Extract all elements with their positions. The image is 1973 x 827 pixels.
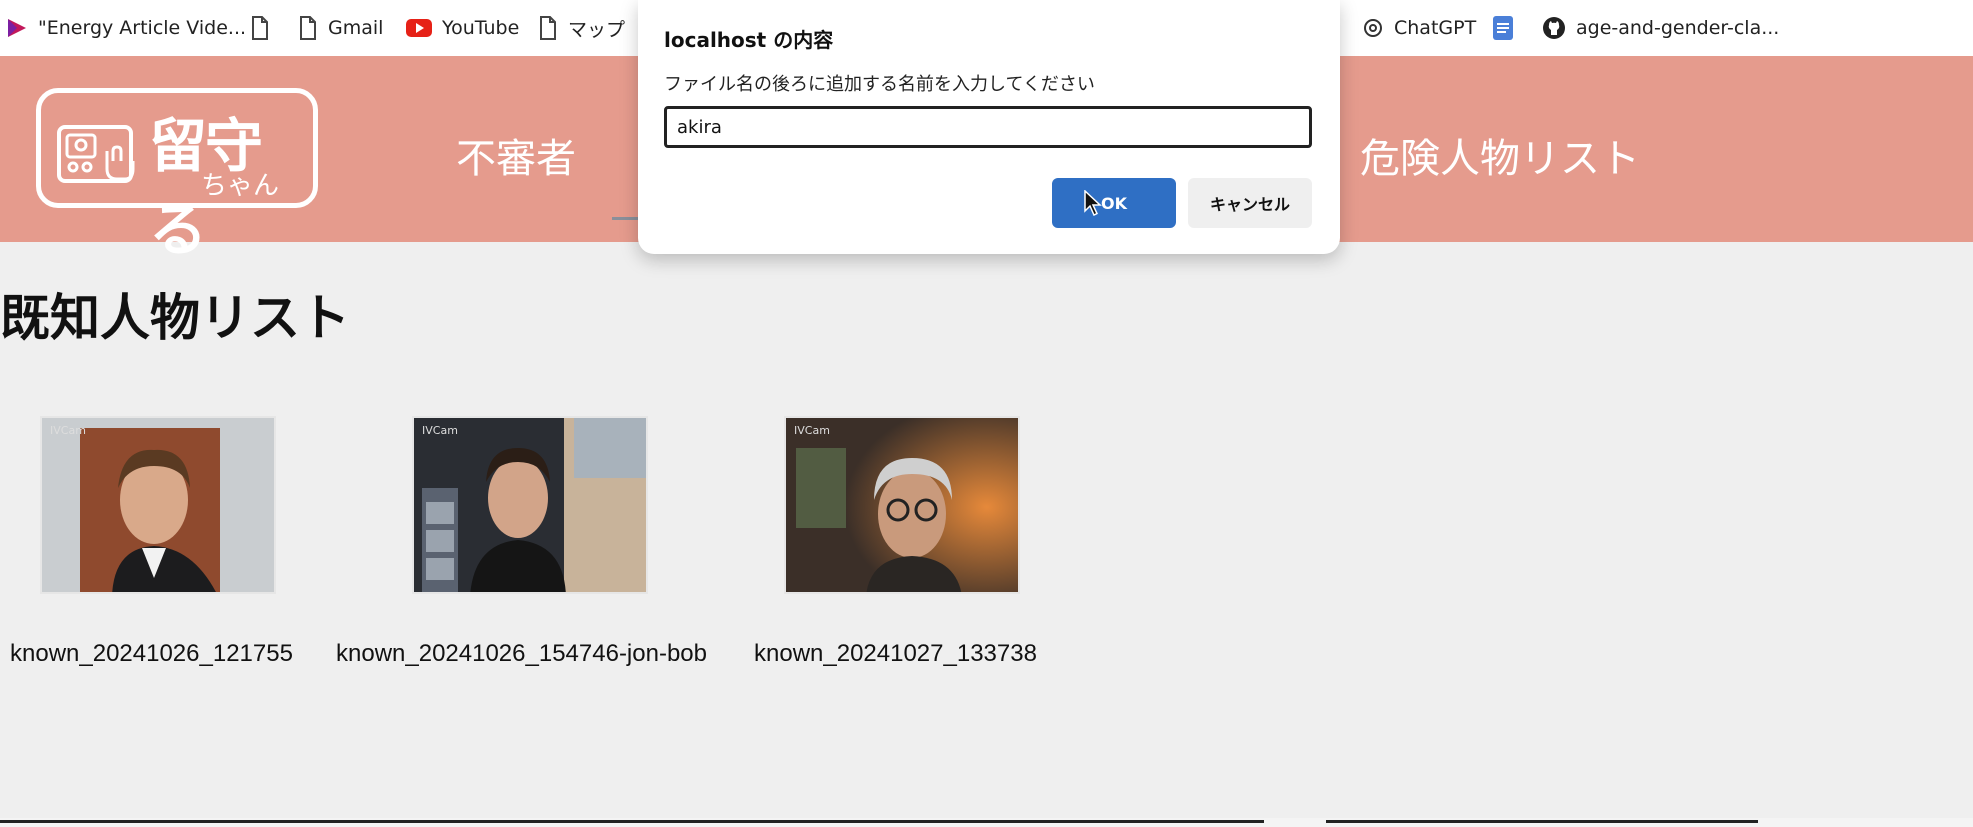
- dialog-message: ファイル名の後ろに追加する名前を入力してください: [664, 74, 1095, 95]
- person-photo[interactable]: IVCam: [40, 416, 276, 594]
- bookmark-label: age-and-gender-cla...: [1576, 17, 1780, 39]
- camera-watermark: IVCam: [422, 424, 458, 437]
- bookmark-label: マップ: [568, 18, 626, 41]
- github-icon: [1542, 16, 1566, 40]
- camera-watermark: IVCam: [794, 424, 830, 437]
- mouse-cursor-icon: [1084, 189, 1102, 220]
- play-icon: [6, 17, 28, 39]
- cancel-button[interactable]: キャンセル: [1188, 178, 1312, 228]
- bookmark-label: "Energy Article Vide...: [38, 17, 247, 39]
- bookmark-youtube[interactable]: YouTube: [406, 0, 519, 56]
- bookmark-label: YouTube: [442, 17, 520, 39]
- bottom-divider: [0, 820, 1264, 823]
- youtube-icon: [406, 19, 432, 37]
- bookmark-label: Gmail: [328, 17, 384, 39]
- prompt-dialog: localhost の内容 ファイル名の後ろに追加する名前を入力してください O…: [638, 0, 1340, 254]
- bookmark-blank[interactable]: [250, 0, 270, 56]
- nav-suspicious[interactable]: 不審者: [456, 126, 576, 184]
- intercom-camera-icon: [55, 121, 145, 191]
- person-photo[interactable]: IVCam: [784, 416, 1020, 594]
- bookmark-chatgpt[interactable]: ChatGPT: [1362, 0, 1476, 56]
- bookmark-gmail[interactable]: Gmail: [298, 0, 383, 56]
- docs-icon: [1492, 15, 1514, 41]
- page-icon: [538, 16, 558, 40]
- bookmark-maps[interactable]: マップ: [538, 0, 625, 56]
- bookmark-github[interactable]: age-and-gender-cla...: [1542, 0, 1779, 56]
- page-icon: [250, 16, 270, 40]
- bottom-divider: [1326, 820, 1758, 823]
- dialog-title: localhost の内容: [664, 28, 834, 52]
- bookmark-label: ChatGPT: [1394, 17, 1477, 39]
- page-icon: [298, 16, 318, 40]
- person-label: known_20241026_121755: [10, 640, 293, 667]
- logo-subtitle: ちゃん: [201, 171, 280, 201]
- bookmark-energy-article[interactable]: "Energy Article Vide...: [6, 0, 246, 56]
- person-photo[interactable]: IVCam: [412, 416, 648, 594]
- page-title: 既知人物リスト: [0, 289, 350, 347]
- person-label: known_20241027_133738: [754, 640, 1037, 667]
- name-input[interactable]: [664, 106, 1312, 148]
- ok-button[interactable]: OK: [1052, 178, 1176, 228]
- site-logo[interactable]: 留守る ちゃん: [36, 88, 318, 264]
- camera-watermark: IVCam: [50, 424, 86, 437]
- person-label: known_20241026_154746-jon-bob: [336, 640, 707, 667]
- nav-danger-list[interactable]: 危険人物リスト: [1360, 126, 1640, 184]
- chatgpt-icon: [1362, 17, 1384, 39]
- bookmark-docs[interactable]: [1492, 0, 1514, 56]
